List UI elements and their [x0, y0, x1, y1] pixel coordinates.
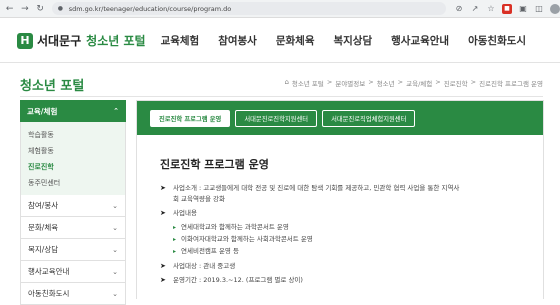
- eye-off-icon[interactable]: ⊘: [454, 4, 464, 14]
- logo-main-text: 서대문구: [37, 34, 82, 48]
- triangle-bullet-icon: ▸: [173, 248, 177, 255]
- sidebar-section-culture[interactable]: 문화/체육 ⌄: [20, 217, 126, 239]
- sidebar-section-education[interactable]: 교육/체험 ⌃: [20, 100, 126, 122]
- chevron-down-icon: ⌄: [112, 289, 118, 298]
- tab-career-support-center[interactable]: 서대문진로진학지원센터: [235, 109, 318, 127]
- sidebar-section-child-friendly[interactable]: 아동친화도시 ⌄: [20, 283, 126, 305]
- list-item: ➤ 운영기간 : 2019.3.~12. (프로그램 별로 상이): [160, 275, 530, 286]
- list-item: ➤ 사업대상 : 관내 중고생: [160, 261, 530, 272]
- arrow-bullet-icon: ➤: [160, 262, 166, 270]
- intro-line-2: 회 교육역량을 강화: [173, 195, 225, 203]
- logo-sub-text: 청소년 포털: [86, 34, 146, 48]
- sub-item-text: 연세비전캠프 운영 등: [181, 247, 239, 255]
- breadcrumb-item[interactable]: 청소년 포털: [292, 78, 324, 88]
- chevron-down-icon: ⌄: [112, 267, 118, 276]
- profile-avatar[interactable]: [549, 3, 560, 14]
- sidebar-section-participation[interactable]: 참여/봉사 ⌄: [20, 195, 126, 217]
- sub-item-text: 이화여자대학교와 함께하는 사회과학콘서트 운영: [181, 235, 313, 243]
- breadcrumb-current: 진로진학 프로그램 운영: [479, 80, 543, 88]
- nav-item-education[interactable]: 교육체험: [161, 33, 200, 48]
- sidebar-section-label: 복지/상담: [28, 245, 59, 254]
- chevron-down-icon: ⌄: [112, 223, 118, 232]
- page-title: 청소년 포털: [20, 79, 85, 94]
- arrow-bullet-icon: ➤: [160, 276, 166, 284]
- period-text: 운영기간 : 2019.3.~12. (프로그램 별로 상이): [173, 276, 303, 284]
- list-item: ➤ 사업내용: [160, 208, 530, 219]
- puzzle-icon[interactable]: ▣: [518, 4, 528, 14]
- site-info-icon[interactable]: ●: [58, 5, 65, 12]
- sidebar-submenu: 학습활동 체험활동 진로진학 동주민센터: [20, 122, 126, 195]
- intro-line-1: 사업소개 : 고교생들에게 대학 전공 및 진로에 대한 탐색 기회를 제공하고…: [173, 184, 460, 192]
- sidebar-section-events[interactable]: 행사교육안내 ⌄: [20, 261, 126, 283]
- address-bar[interactable]: ● sdm.go.kr/teenager/education/course/pr…: [51, 2, 446, 15]
- sidebar-subitem-study[interactable]: 학습활동: [21, 127, 125, 143]
- sub-item-text: 연세대학교와 함께하는 과학콘서트 운영: [181, 223, 289, 231]
- sidebar-subitem-community-center[interactable]: 동주민센터: [21, 175, 125, 191]
- back-icon[interactable]: ←: [4, 3, 15, 15]
- home-icon[interactable]: ⌂: [284, 78, 288, 88]
- breadcrumb-item[interactable]: 진로진학: [444, 78, 468, 88]
- site-logo[interactable]: H 서대문구 청소년 포털: [17, 32, 146, 49]
- tab-job-experience-center[interactable]: 서대문진로직업체험지원센터: [322, 109, 416, 127]
- sub-list-item: ▸ 연세비전캠프 운영 등: [160, 246, 530, 257]
- forward-icon[interactable]: →: [19, 3, 30, 15]
- reload-icon[interactable]: ↻: [35, 3, 46, 15]
- sidebar-section-label: 문화/체육: [28, 223, 59, 232]
- sidebar-section-label: 참여/봉사: [28, 201, 59, 210]
- breadcrumb-item[interactable]: 분야별정보: [335, 78, 365, 88]
- site-header: H 서대문구 청소년 포털 교육체험 참여봉사 문화체육 복지상담 행사교육안내…: [0, 19, 560, 63]
- sub-list-item: ▸ 연세대학교와 함께하는 과학콘서트 운영: [160, 222, 530, 233]
- share-icon[interactable]: ↗: [470, 4, 480, 14]
- content-title: 진로진학 프로그램 운영: [160, 158, 269, 171]
- global-nav: 교육체험 참여봉사 문화체육 복지상담 행사교육안내 아동친화도시: [161, 33, 527, 48]
- nav-item-welfare[interactable]: 복지상담: [333, 33, 372, 48]
- breadcrumb-item[interactable]: 청소년: [377, 78, 395, 88]
- bookmark-star-icon[interactable]: ☆: [486, 4, 496, 14]
- contents-label: 사업내용: [173, 209, 197, 217]
- sidebar-section-label: 교육/체험: [27, 106, 58, 116]
- list-item: ➤ 사업소개 : 고교생들에게 대학 전공 및 진로에 대한 탐색 기회를 제공…: [160, 183, 530, 205]
- sidebar-subitem-experience[interactable]: 체험활동: [21, 143, 125, 159]
- sub-list-item: ▸ 이화여자대학교와 함께하는 사회과학콘서트 운영: [160, 234, 530, 245]
- tab-bar: 진로진학 프로그램 운영 서대문진로진학지원센터 서대문진로직업체험지원센터: [137, 101, 543, 135]
- main-content: 진로진학 프로그램 운영 서대문진로진학지원센터 서대문진로직업체험지원센터 진…: [136, 100, 544, 299]
- triangle-bullet-icon: ▸: [173, 236, 177, 243]
- breadcrumb-item[interactable]: 교육/체험: [406, 78, 432, 88]
- nav-item-events[interactable]: 행사교육안내: [391, 33, 449, 48]
- sidebar-section-label: 아동친화도시: [28, 289, 70, 298]
- nav-item-culture[interactable]: 문화체육: [276, 33, 315, 48]
- url-text: sdm.go.kr/teenager/education/course/prog…: [68, 4, 232, 13]
- extension-icon[interactable]: ■: [501, 3, 512, 14]
- sidebar: 교육/체험 ⌃ 학습활동 체험활동 진로진학 동주민센터 참여/봉사 ⌄ 문화/…: [20, 100, 126, 305]
- logo-mark-icon: H: [17, 32, 33, 49]
- target-text: 사업대상 : 관내 중고생: [173, 262, 236, 270]
- program-details: ➤ 사업소개 : 고교생들에게 대학 전공 및 진로에 대한 탐색 기회를 제공…: [160, 183, 530, 289]
- arrow-bullet-icon: ➤: [160, 209, 166, 217]
- title-divider: [20, 96, 543, 97]
- sidebar-subitem-career[interactable]: 진로진학: [21, 159, 125, 175]
- tab-career-program[interactable]: 진로진학 프로그램 운영: [150, 109, 231, 127]
- chevron-down-icon: ⌄: [112, 245, 118, 254]
- arrow-bullet-icon: ➤: [160, 184, 166, 192]
- chevron-down-icon: ⌄: [112, 201, 118, 210]
- sidebar-section-label: 행사교육안내: [28, 267, 70, 276]
- browser-toolbar: ← → ↻ ● sdm.go.kr/teenager/education/cou…: [0, 0, 560, 18]
- sidebar-section-welfare[interactable]: 복지/상담 ⌄: [20, 239, 126, 261]
- breadcrumb: ⌂ 청소년 포털 > 분야별정보 > 청소년 > 교육/체험 > 진로진학 > 진로진학 …: [284, 78, 543, 88]
- nav-item-participation[interactable]: 참여봉사: [218, 33, 257, 48]
- nav-item-child-friendly[interactable]: 아동친화도시: [468, 33, 526, 48]
- sidebar-icon[interactable]: ◫: [534, 4, 544, 14]
- chevron-up-icon: ⌃: [113, 107, 119, 115]
- triangle-bullet-icon: ▸: [173, 224, 177, 231]
